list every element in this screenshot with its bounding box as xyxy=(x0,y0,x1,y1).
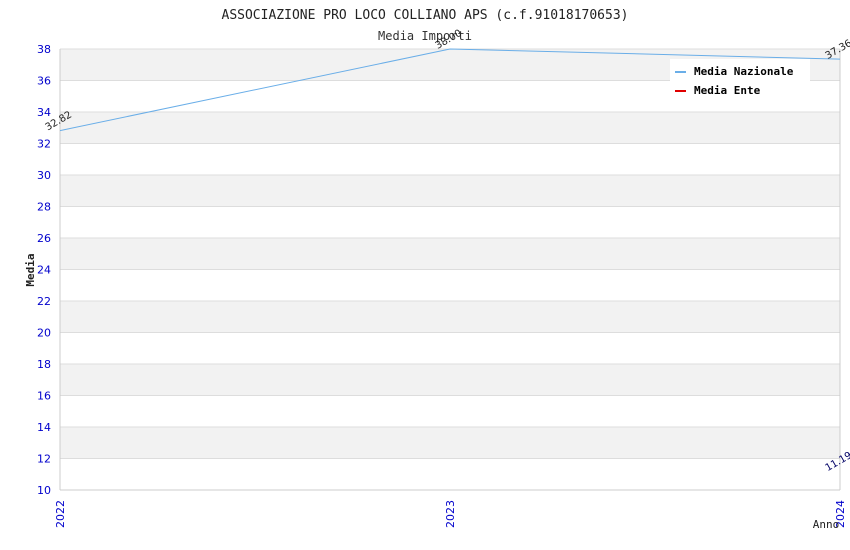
y-axis-label: Media xyxy=(24,253,37,286)
y-tick-label: 26 xyxy=(37,232,51,245)
y-tick-label: 12 xyxy=(37,453,51,466)
background-band xyxy=(60,112,840,144)
y-tick-label: 24 xyxy=(37,264,51,277)
y-tick-label: 36 xyxy=(37,75,51,88)
y-tick-label: 38 xyxy=(37,43,51,56)
y-tick-label: 28 xyxy=(37,201,51,214)
x-tick-label: 2022 xyxy=(54,500,67,528)
background-band xyxy=(60,301,840,333)
legend: Media Nazionale Media Ente xyxy=(670,59,810,101)
x-tick-label: 2023 xyxy=(444,500,457,528)
y-tick-label: 16 xyxy=(37,390,51,403)
background-band xyxy=(60,238,840,270)
y-tick-label: 34 xyxy=(37,106,51,119)
background-band xyxy=(60,364,840,396)
x-axis-ticks: 2022 2023 2024 xyxy=(54,500,847,528)
y-tick-label: 30 xyxy=(37,169,51,182)
background-band xyxy=(60,206,840,238)
legend-label: Media Nazionale xyxy=(694,65,794,78)
x-axis-label: Anno xyxy=(813,518,840,531)
y-tick-label: 32 xyxy=(37,138,51,151)
y-tick-label: 14 xyxy=(37,421,51,434)
y-tick-label: 22 xyxy=(37,295,51,308)
line-chart: ASSOCIAZIONE PRO LOCO COLLIANO APS (c.f.… xyxy=(24,8,850,531)
background-band xyxy=(60,458,840,490)
background-band xyxy=(60,269,840,301)
y-tick-label: 10 xyxy=(37,484,51,497)
background-band xyxy=(60,332,840,364)
background-band xyxy=(60,395,840,427)
y-tick-label: 18 xyxy=(37,358,51,371)
legend-label: Media Ente xyxy=(694,84,761,97)
background-band xyxy=(60,143,840,175)
y-tick-label: 20 xyxy=(37,327,51,340)
background-band xyxy=(60,427,840,459)
background-band xyxy=(60,175,840,207)
chart-title: ASSOCIAZIONE PRO LOCO COLLIANO APS (c.f.… xyxy=(222,8,629,23)
y-axis-ticks: 10 12 14 16 18 20 22 24 26 28 30 32 34 36 38 xyxy=(37,43,51,497)
